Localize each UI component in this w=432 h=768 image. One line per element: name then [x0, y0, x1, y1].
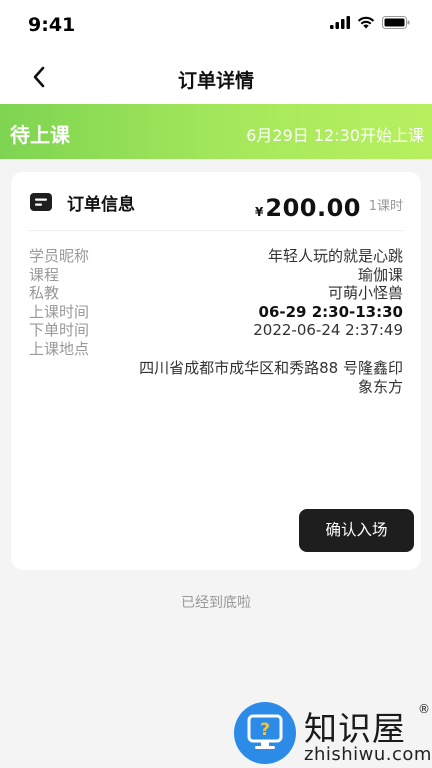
status-bar: 9:41 — [0, 0, 432, 52]
label-class-time: 上课时间 — [29, 302, 90, 321]
section-title: 订单信息 — [67, 195, 135, 215]
watermark-name: 知识屋 — [304, 709, 406, 748]
order-status-banner: 待上课 6月29日 12:30开始上课 — [0, 104, 432, 159]
divider — [29, 230, 403, 231]
label-location: 上课地点 — [29, 339, 90, 358]
price-value: 200.00 — [265, 194, 361, 222]
label-order-time: 下单时间 — [29, 321, 90, 339]
watermark: ? 知识屋 ® zhishiwu.com — [234, 700, 432, 768]
confirm-entry-button[interactable]: 确认入场 — [299, 509, 414, 552]
price: ¥ 200.00 — [255, 194, 361, 222]
value-student: 年轻人玩的就是心跳 — [267, 247, 403, 265]
page-title: 订单详情 — [177, 70, 254, 92]
value-location: 四川省成都市成华区和秀路88 号隆鑫印象东方 — [139, 359, 403, 396]
label-coach: 私教 — [29, 284, 60, 302]
svg-text:?: ? — [260, 720, 270, 740]
value-order-time: 2022-06-24 2:37:49 — [253, 321, 403, 339]
class-start-time: 6月29日 12:30开始上课 — [246, 126, 424, 145]
help-screen-icon: ? — [247, 714, 283, 749]
battery-icon — [382, 16, 410, 29]
status-time: 9:41 — [28, 14, 76, 36]
value-coach: 可萌小怪兽 — [327, 284, 403, 302]
value-class-time: 06-29 2:30-13:30 — [258, 302, 403, 321]
ticket-icon — [30, 193, 52, 211]
price-unit: 1课时 — [368, 199, 403, 214]
value-course: 瑜伽课 — [357, 265, 403, 284]
signal-icon — [330, 16, 350, 29]
label-student: 学员昵称 — [29, 247, 90, 265]
order-status: 待上课 — [10, 123, 70, 147]
info-values: 年轻人玩的就是心跳 瑜伽课 可萌小怪兽 06-29 2:30-13:30 202… — [253, 247, 403, 340]
info-labels: 学员昵称 课程 私教 上课时间 下单时间 上课地点 — [29, 247, 89, 358]
watermark-logo: ? — [234, 702, 296, 764]
watermark-url: zhishiwu.com — [304, 744, 432, 765]
currency-symbol: ¥ — [255, 205, 264, 219]
wifi-icon — [357, 16, 375, 29]
nav-bar: 订单详情 — [0, 52, 432, 104]
order-info-card: 订单信息 ¥ 200.00 1课时 学员昵称 课程 私教 上课时间 下单时间 上… — [11, 172, 421, 570]
watermark-registered: ® — [418, 702, 430, 716]
label-course: 课程 — [29, 265, 60, 284]
end-of-list-text: 已经到底啦 — [181, 595, 251, 611]
status-icons — [330, 16, 410, 29]
